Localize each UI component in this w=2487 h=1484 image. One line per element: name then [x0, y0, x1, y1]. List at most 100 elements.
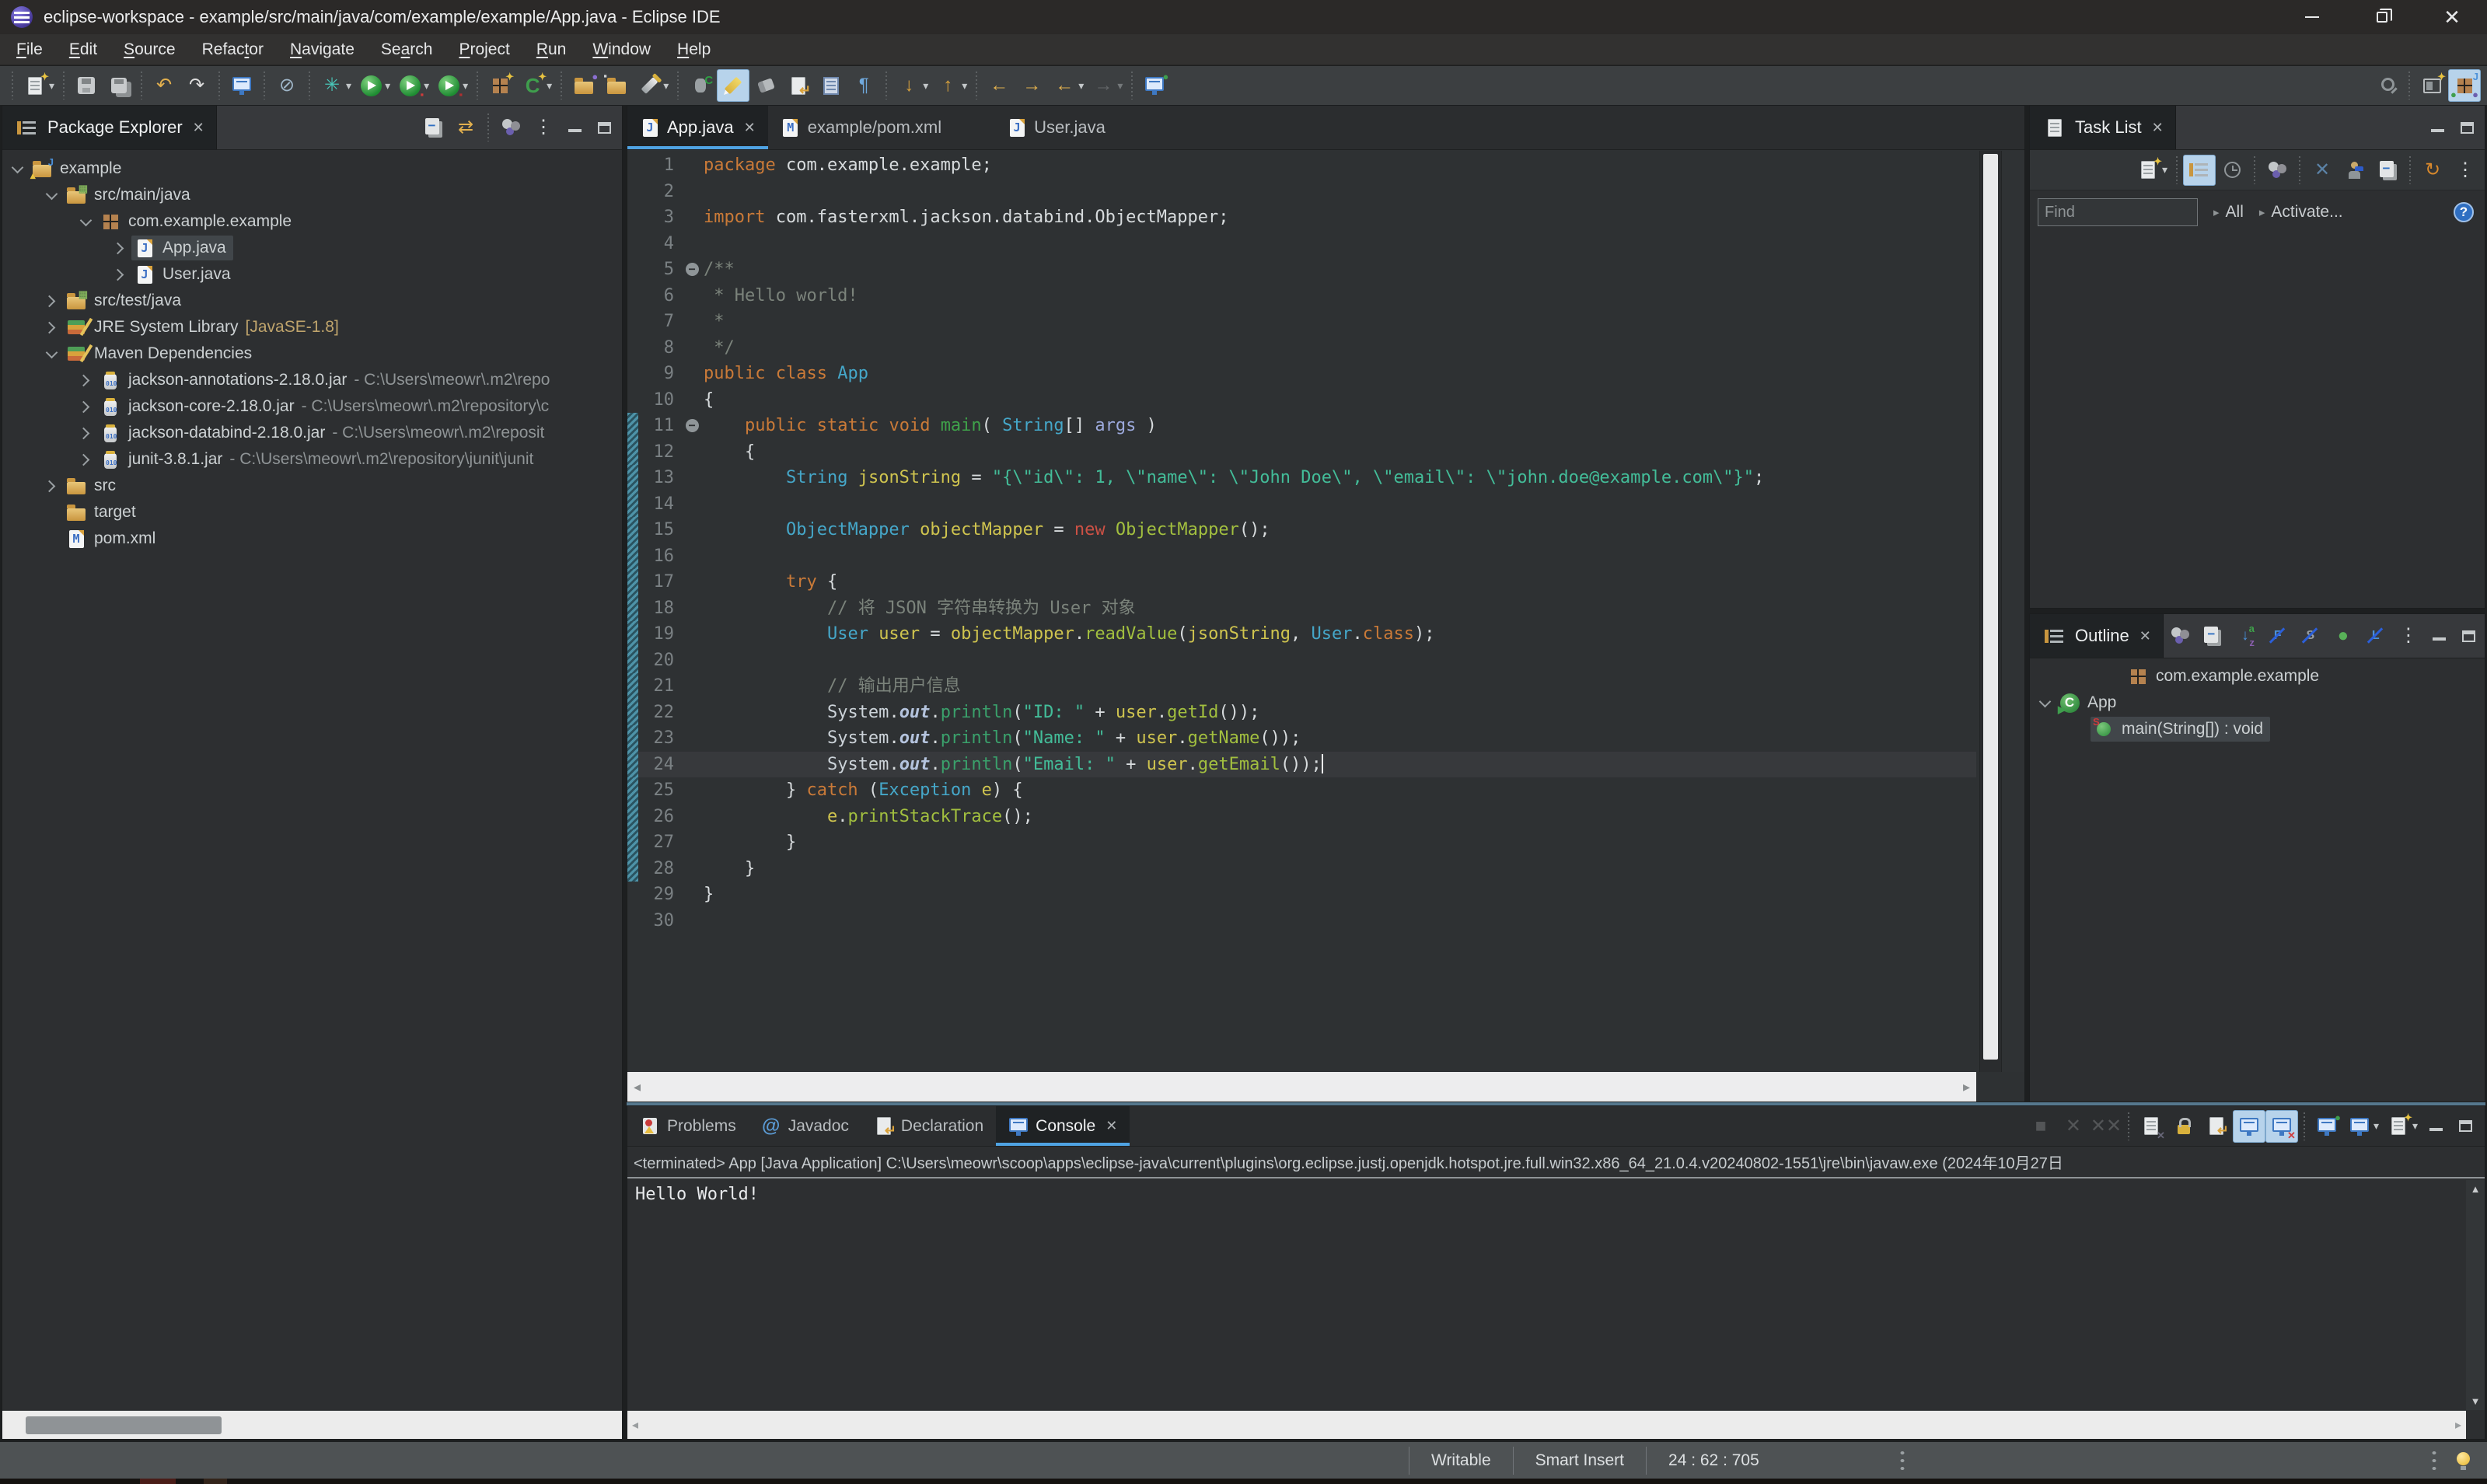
line-number[interactable]: 11: [638, 413, 680, 439]
run-last-tool-button[interactable]: [684, 69, 717, 102]
console-vscrollbar[interactable]: ▲ ▼: [2466, 1180, 2485, 1410]
package-explorer-hscrollbar[interactable]: [2, 1410, 622, 1439]
collapse-all-button[interactable]: [2196, 620, 2229, 652]
expander-icon[interactable]: [41, 475, 63, 497]
focus-button[interactable]: [2164, 620, 2196, 652]
line-number[interactable]: 28: [638, 856, 680, 882]
undo-button[interactable]: ↶: [148, 69, 180, 102]
console-tab-declaration[interactable]: Declaration: [861, 1106, 996, 1146]
scroll-down-icon[interactable]: ▼: [2471, 1395, 2481, 1407]
line-number[interactable]: 12: [638, 439, 680, 466]
synchronize-button[interactable]: ↻: [2416, 155, 2449, 186]
menu-file[interactable]: File: [3, 34, 56, 65]
menu-source[interactable]: Source: [110, 34, 189, 65]
last-edit-location-button[interactable]: ←: [983, 69, 1015, 102]
outline-item[interactable]: Smain(String[]) : void: [2030, 716, 2485, 742]
previous-annotation-button[interactable]: ↑ ▾: [931, 69, 970, 102]
line-number[interactable]: 2: [638, 179, 680, 205]
dropdown-arrow-icon[interactable]: ▾: [424, 79, 429, 93]
dropdown-arrow-icon[interactable]: ▾: [923, 79, 928, 93]
expander-icon[interactable]: [2035, 692, 2056, 714]
package-explorer-tab[interactable]: Package Explorer ✕: [2, 106, 217, 149]
save-button[interactable]: [70, 69, 103, 102]
view-menu-button[interactable]: ⋮: [2449, 155, 2482, 186]
expander-icon[interactable]: [75, 449, 97, 470]
run-button[interactable]: ▾: [355, 69, 393, 102]
activate-button[interactable]: ▸ Activate...: [2259, 203, 2343, 222]
run-external-tools-button[interactable]: ▪ ▾: [432, 69, 471, 102]
maximize-view-button[interactable]: [2454, 623, 2484, 649]
line-number[interactable]: 23: [638, 725, 680, 752]
code-line-29[interactable]: 29}: [627, 882, 1976, 908]
scrollbar-thumb[interactable]: [26, 1416, 222, 1434]
package-explorer-item[interactable]: J ▴ example: [2, 155, 622, 182]
minimize-view-button[interactable]: [2425, 623, 2454, 649]
expander-icon[interactable]: [41, 316, 63, 338]
filter-person-button[interactable]: [2339, 155, 2371, 186]
code-line-13[interactable]: 13 String jsonString = "{\"id\": 1, \"na…: [627, 465, 1976, 491]
code-line-1[interactable]: 1 package com.example.example;: [627, 152, 1976, 179]
line-number[interactable]: 7: [638, 309, 680, 335]
code-line-23[interactable]: 23 System.out.println("Name: " + user.ge…: [627, 725, 1976, 752]
outline-item[interactable]: C ▶ App: [2030, 690, 2485, 716]
show-public-only-button[interactable]: ●: [2327, 620, 2360, 652]
line-number[interactable]: 10: [638, 387, 680, 414]
line-number[interactable]: 13: [638, 465, 680, 491]
smart-assist-bulb-icon[interactable]: [2450, 1447, 2476, 1474]
code-line-21[interactable]: 21 // 输出用户信息: [627, 673, 1976, 700]
menu-navigate[interactable]: Navigate: [277, 34, 368, 65]
clear-console-button[interactable]: ✕: [2135, 1110, 2167, 1143]
console-tab-javadoc[interactable]: @ Javadoc: [749, 1106, 861, 1146]
line-number[interactable]: 6: [638, 283, 680, 309]
statusbar-grip[interactable]: [1897, 1448, 1907, 1472]
collapse-all-tasks-button[interactable]: [2371, 155, 2404, 186]
search-button[interactable]: [2370, 69, 2403, 102]
line-number[interactable]: 16: [638, 543, 680, 570]
scrollbar-thumb[interactable]: [1983, 154, 1998, 1060]
expander-icon[interactable]: [75, 422, 97, 444]
expander-icon[interactable]: [7, 158, 29, 180]
scroll-left-icon[interactable]: ◂: [632, 1417, 638, 1433]
dropdown-arrow-icon[interactable]: ▾: [2412, 1119, 2418, 1133]
dropdown-arrow-icon[interactable]: ▾: [1078, 79, 1084, 93]
display-selected-console-button[interactable]: ▾: [2343, 1110, 2382, 1143]
dropdown-arrow-icon[interactable]: ▾: [962, 79, 967, 93]
package-explorer-item[interactable]: jackson-annotations-2.18.0.jar - C:\User…: [2, 367, 622, 393]
line-number[interactable]: 20: [638, 648, 680, 674]
code-line-24[interactable]: 24 System.out.println("Email: " + user.g…: [627, 751, 1976, 777]
console-view-button[interactable]: [225, 69, 258, 102]
new-java-class-button[interactable]: C ✦ ▾: [516, 69, 555, 102]
code-line-30[interactable]: 30: [627, 908, 1976, 934]
pin-editor-button[interactable]: ●: [1138, 69, 1171, 102]
coverage-button[interactable]: ▪ ▾: [393, 69, 432, 102]
fold-collapse-icon[interactable]: −: [680, 257, 704, 283]
dropdown-arrow-icon[interactable]: ▾: [49, 79, 54, 93]
new-button[interactable]: ✦ ▾: [19, 69, 58, 102]
view-menu-button[interactable]: ⋮: [2392, 620, 2425, 652]
editor-tab-user-java[interactable]: J User.java: [994, 106, 1118, 149]
code-line-11[interactable]: 11− public static void main( String[] ar…: [627, 413, 1976, 439]
console-tab-problems[interactable]: Problems: [627, 1106, 749, 1146]
new-java-project-button[interactable]: ✦: [484, 69, 516, 102]
package-explorer-item[interactable]: Mpom.xml: [2, 526, 622, 552]
collapse-all-button[interactable]: [417, 111, 449, 144]
fold-collapse-icon[interactable]: −: [680, 413, 704, 439]
scroll-up-icon[interactable]: ▲: [2471, 1183, 2481, 1195]
skip-all-breakpoints-button[interactable]: ⊘: [271, 69, 303, 102]
view-menu-button[interactable]: ⋮: [527, 111, 560, 144]
line-number[interactable]: 8: [638, 335, 680, 361]
code-line-7[interactable]: 7 *: [627, 309, 1976, 335]
line-number[interactable]: 18: [638, 595, 680, 622]
line-number[interactable]: 15: [638, 517, 680, 543]
hide-static-button[interactable]: S: [2294, 620, 2327, 652]
editor-hscrollbar[interactable]: ◂ ▸: [627, 1072, 1976, 1102]
minimize-view-button[interactable]: [2422, 114, 2452, 141]
code-line-5[interactable]: 5−/**: [627, 257, 1976, 283]
line-number[interactable]: 27: [638, 829, 680, 856]
expander-icon[interactable]: [41, 290, 63, 312]
open-task-button[interactable]: ●: [568, 69, 600, 102]
dropdown-arrow-icon[interactable]: ▾: [663, 79, 669, 93]
console-output[interactable]: Hello World!: [627, 1178, 2485, 1210]
hide-completed-button[interactable]: ✕: [2306, 155, 2339, 186]
dropdown-arrow-icon[interactable]: ▾: [346, 79, 351, 93]
